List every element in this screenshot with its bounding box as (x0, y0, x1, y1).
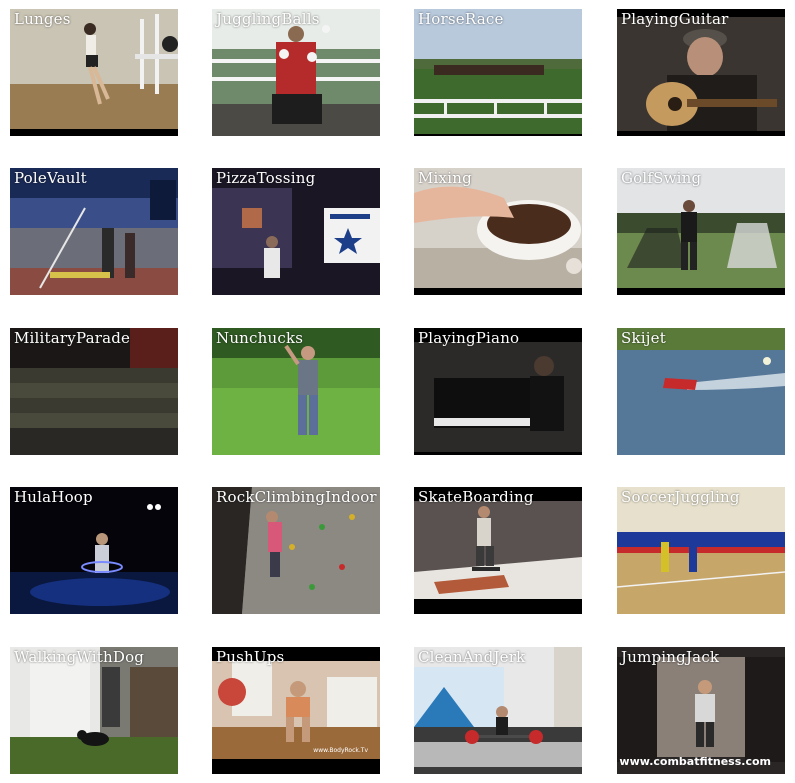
tile-label: JumpingJack (621, 648, 720, 666)
video-frame-playingpiano: PlayingPiano (414, 328, 582, 455)
tile-label: RockClimbingIndoor (216, 488, 377, 506)
jugglingballs-frame-image (212, 9, 380, 136)
video-frame-horserace: HorseRace (414, 9, 582, 136)
mixing-frame-image (414, 168, 582, 295)
watermark-text: www.combatfitness.com (619, 755, 771, 768)
video-frame-mixing: Mixing (414, 168, 582, 295)
walkingwithdog-frame-image (10, 647, 178, 774)
tile-label: PizzaTossing (216, 169, 316, 187)
video-frame-rockclimbingindoor: RockClimbingIndoor (212, 487, 380, 614)
tile-label: PoleVault (14, 169, 87, 187)
pizzatossing-frame-image (212, 168, 380, 295)
video-frame-pizzatossing: PizzaTossing (212, 168, 380, 295)
polevault-frame-image (10, 168, 178, 295)
tile-label: WalkingWithDog (14, 648, 145, 666)
golfswing-frame-image (617, 168, 785, 295)
soccerjuggling-frame-image (617, 487, 785, 614)
tile-label: HulaHoop (14, 488, 93, 506)
hulahoop-frame-image (10, 487, 178, 614)
video-frame-soccerjuggling: SoccerJuggling (617, 487, 785, 614)
tile-label: PushUps (216, 648, 285, 666)
tile-label: CleanAndJerk (418, 648, 526, 666)
tile-label: MilitaryParade (14, 329, 131, 347)
playingpiano-frame-image (414, 328, 582, 455)
video-frame-militaryparade: MilitaryParade (10, 328, 178, 455)
nunchucks-frame-image (212, 328, 380, 455)
video-frame-cleanandjerk: CleanAndJerk (414, 647, 582, 774)
video-frame-playingguitar: PlayingGuitar (617, 9, 785, 136)
tile-label: PlayingGuitar (621, 10, 729, 28)
skateboarding-frame-image (414, 487, 582, 614)
tile-label: SkateBoarding (418, 488, 534, 506)
video-frame-pushups: PushUps www.BodyRock.Tv (212, 647, 380, 774)
video-frame-skijet: Skijet (617, 328, 785, 455)
video-frame-lunges: Lunges (10, 9, 178, 136)
tile-label: JugglingBalls (216, 10, 320, 28)
video-frame-jumpingjack: JumpingJack www.combatfitness.com (617, 647, 785, 774)
tile-label: HorseRace (418, 10, 504, 28)
video-frame-walkingwithdog: WalkingWithDog (10, 647, 178, 774)
video-frame-nunchucks: Nunchucks (212, 328, 380, 455)
militaryparade-frame-image (10, 328, 178, 455)
tile-label: Lunges (14, 10, 71, 28)
video-frame-hulahoop: HulaHoop (10, 487, 178, 614)
tile-label: SoccerJuggling (621, 488, 740, 506)
video-frame-golfswing: GolfSwing (617, 168, 785, 295)
tile-label: GolfSwing (621, 169, 702, 187)
video-frame-skateboarding: SkateBoarding (414, 487, 582, 614)
tile-label: Nunchucks (216, 329, 304, 347)
pushups-frame-image (212, 647, 380, 774)
tile-label: PlayingPiano (418, 329, 520, 347)
video-frame-polevault: PoleVault (10, 168, 178, 295)
horserace-frame-image (414, 9, 582, 136)
skijet-frame-image (617, 328, 785, 455)
tile-label: Mixing (418, 169, 472, 187)
watermark-text: www.BodyRock.Tv (313, 747, 368, 754)
lunges-frame-image (10, 9, 178, 136)
rockclimbingindoor-frame-image (212, 487, 380, 614)
playingguitar-frame-image (617, 9, 785, 136)
tile-label: Skijet (621, 329, 666, 347)
cleanandjerk-frame-image (414, 647, 582, 774)
video-frame-jugglingballs: JugglingBalls (212, 9, 380, 136)
